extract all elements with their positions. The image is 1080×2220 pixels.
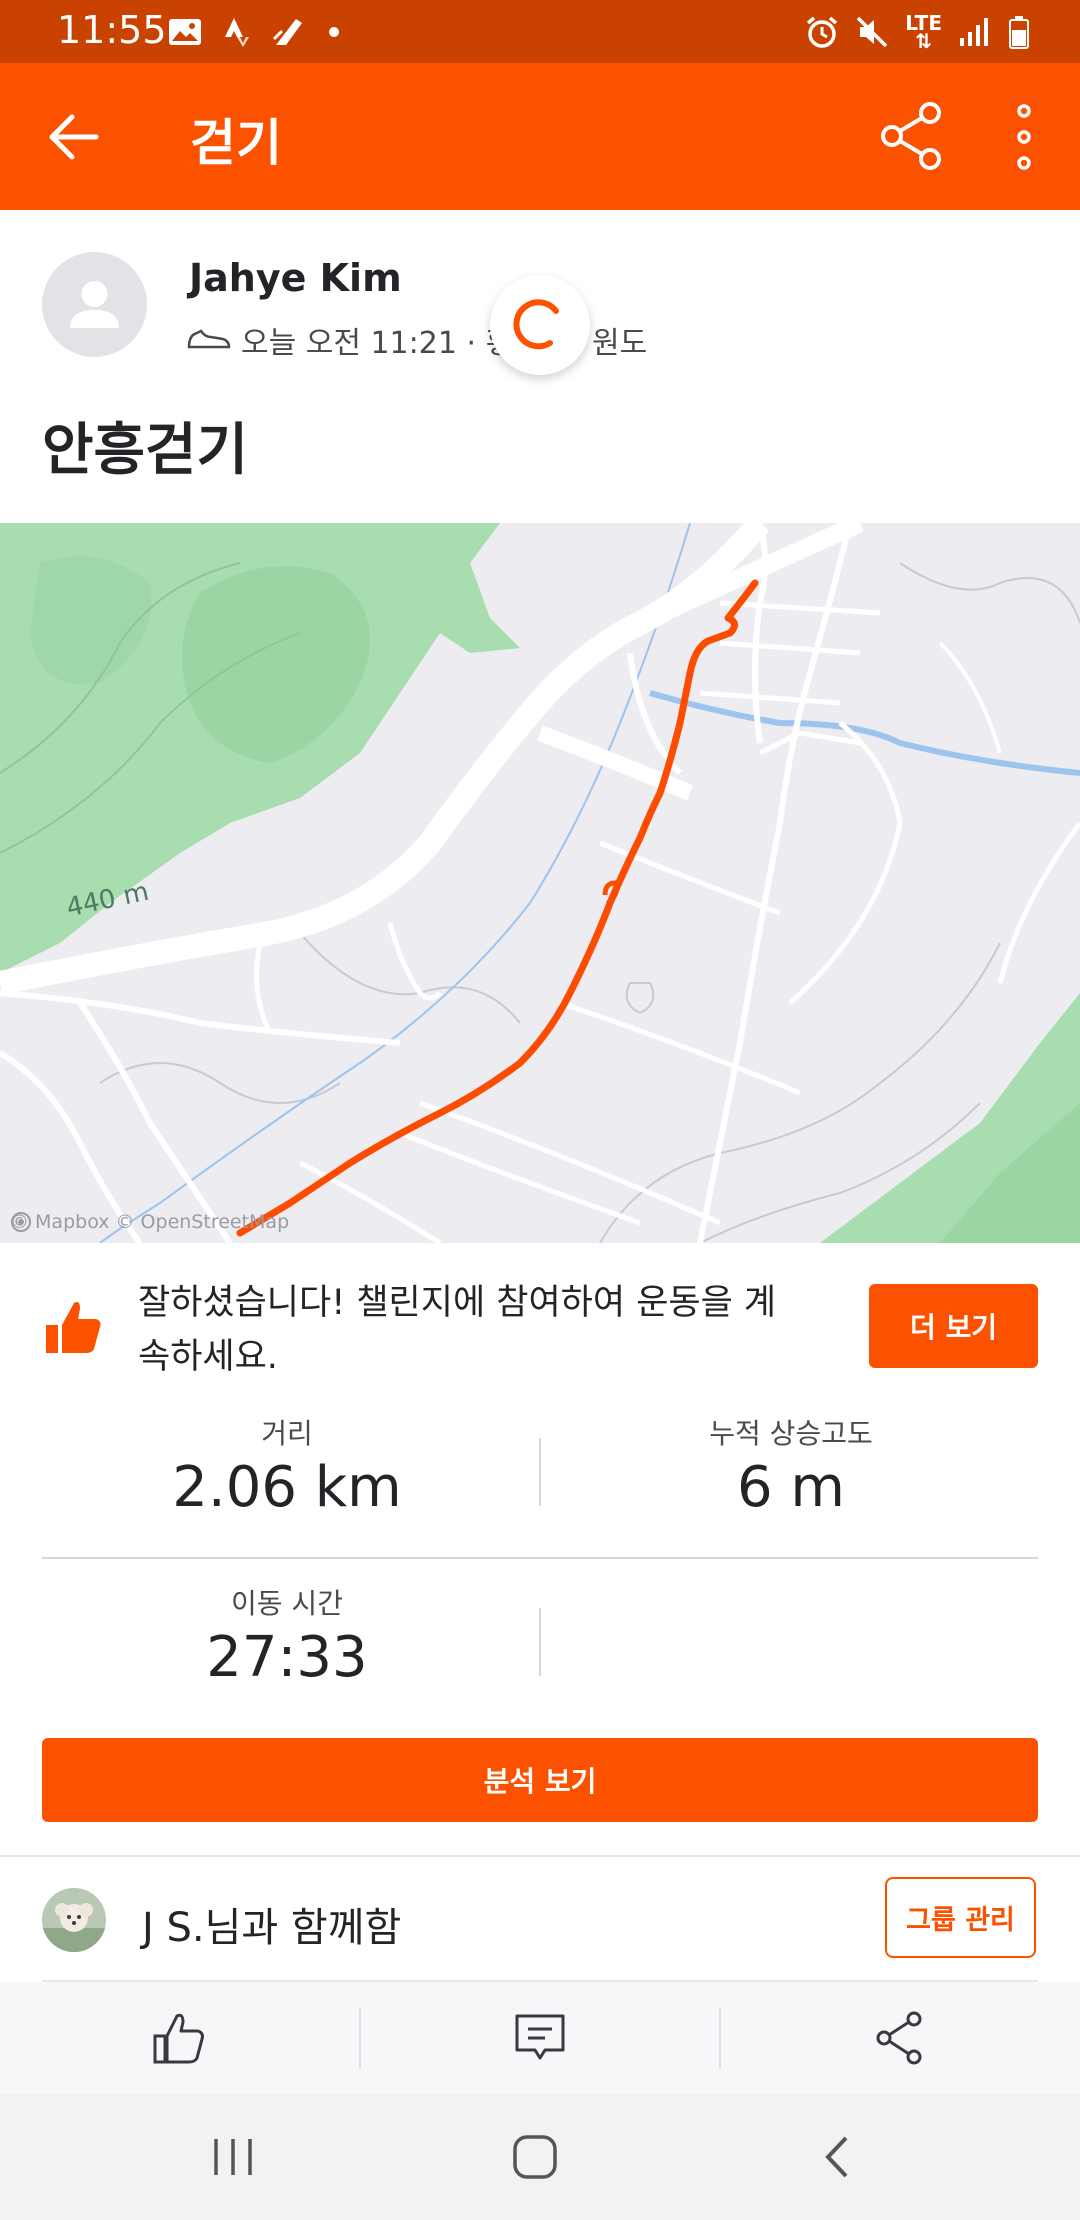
- loading-spinner: [490, 275, 590, 375]
- system-nav-bar: [0, 2094, 1080, 2220]
- kudos-button[interactable]: [0, 1982, 360, 2094]
- signal-icon: [960, 18, 988, 46]
- chevron-left-icon: [825, 2136, 848, 2178]
- athlete-avatar[interactable]: [42, 252, 147, 357]
- elevation-gain-value: 6 m: [737, 1455, 845, 1520]
- lte-icon: LTE ⇅: [905, 13, 942, 51]
- status-time: 11:55: [57, 8, 167, 52]
- thumbs-up-outline-icon: [153, 2013, 204, 2064]
- recent-apps-icon: [214, 2139, 252, 2175]
- strava-icon: [225, 18, 249, 47]
- map-attribution-text: © Mapbox © OpenStreetMap: [10, 1211, 290, 1233]
- share-icon: [881, 102, 941, 170]
- arrow-left-icon: [49, 114, 99, 160]
- home-icon: [513, 2135, 557, 2179]
- section-divider: [0, 1855, 1080, 1857]
- view-analysis-button[interactable]: 분석 보기: [42, 1738, 1038, 1822]
- more-vertical-icon: [1017, 104, 1031, 170]
- mapbox-logo-icon: [11, 1212, 31, 1232]
- dot-icon: [329, 27, 339, 37]
- dog-avatar-icon: [42, 1888, 106, 1952]
- share-button[interactable]: [878, 101, 948, 171]
- more-options-button[interactable]: [1000, 103, 1048, 171]
- home-button[interactable]: [475, 2094, 595, 2220]
- thumbs-up-icon: [44, 1295, 104, 1357]
- status-bar: 11:55 LTE ⇅: [0, 0, 1080, 63]
- activity-location-suffix: 원도: [592, 326, 648, 361]
- activity-datetime-location: 오늘 오전 11:21 · 횡: [241, 326, 514, 361]
- see-more-button[interactable]: 더 보기: [869, 1284, 1038, 1368]
- user-icon: [70, 281, 119, 328]
- moving-time-label: 이동 시간: [231, 1587, 343, 1620]
- back-button[interactable]: [46, 111, 102, 163]
- recent-apps-button[interactable]: [173, 2094, 293, 2220]
- activity-action-bar: [0, 1982, 1080, 2094]
- stat-divider: [539, 1608, 541, 1676]
- activity-meta: 오늘 오전 11:21 · 횡: [187, 318, 513, 362]
- group-member-avatar[interactable]: [42, 1888, 106, 1952]
- stat-divider: [539, 1438, 541, 1506]
- group-activity-text: J S.님과 함께함: [142, 1905, 402, 1951]
- moving-time-value: 27:33: [206, 1625, 368, 1690]
- distance-label: 거리: [261, 1417, 313, 1450]
- challenge-message: 잘하셨습니다! 챌린지에 참여하여 운동을 계속하세요.: [138, 1283, 777, 1377]
- loading-icon: [513, 299, 559, 350]
- stats-row-divider: [42, 1557, 1038, 1559]
- status-right-icons: LTE ⇅: [805, 12, 1030, 52]
- nike-icon: [272, 19, 302, 45]
- distance-value: 2.06 km: [172, 1455, 402, 1520]
- app-bar: 걷기: [0, 63, 1080, 210]
- status-left-icons: [168, 12, 340, 52]
- mute-icon: [857, 16, 888, 48]
- alarm-icon: [807, 16, 838, 48]
- share-icon: [876, 2011, 922, 2065]
- route-map[interactable]: 440 m © Mapbox © OpenStreetMap: [0, 523, 1080, 1243]
- map-attribution[interactable]: © Mapbox © OpenStreetMap: [10, 1211, 289, 1233]
- manage-group-button[interactable]: 그룹 관리: [885, 1877, 1036, 1958]
- gallery-icon: [169, 19, 201, 45]
- map-graphic: [0, 523, 1080, 1243]
- share-activity-button[interactable]: [720, 1982, 1080, 2094]
- activity-title: 안흥걷기: [42, 418, 249, 483]
- comment-icon: [515, 2014, 565, 2060]
- athlete-name[interactable]: Jahye Kim: [189, 256, 402, 300]
- shoe-icon: [187, 329, 231, 349]
- system-back-button[interactable]: [777, 2094, 897, 2220]
- battery-icon: [1009, 16, 1029, 49]
- comment-button[interactable]: [360, 1982, 720, 2094]
- elevation-gain-label: 누적 상승고도: [709, 1417, 873, 1450]
- page-title: 걷기: [190, 114, 282, 172]
